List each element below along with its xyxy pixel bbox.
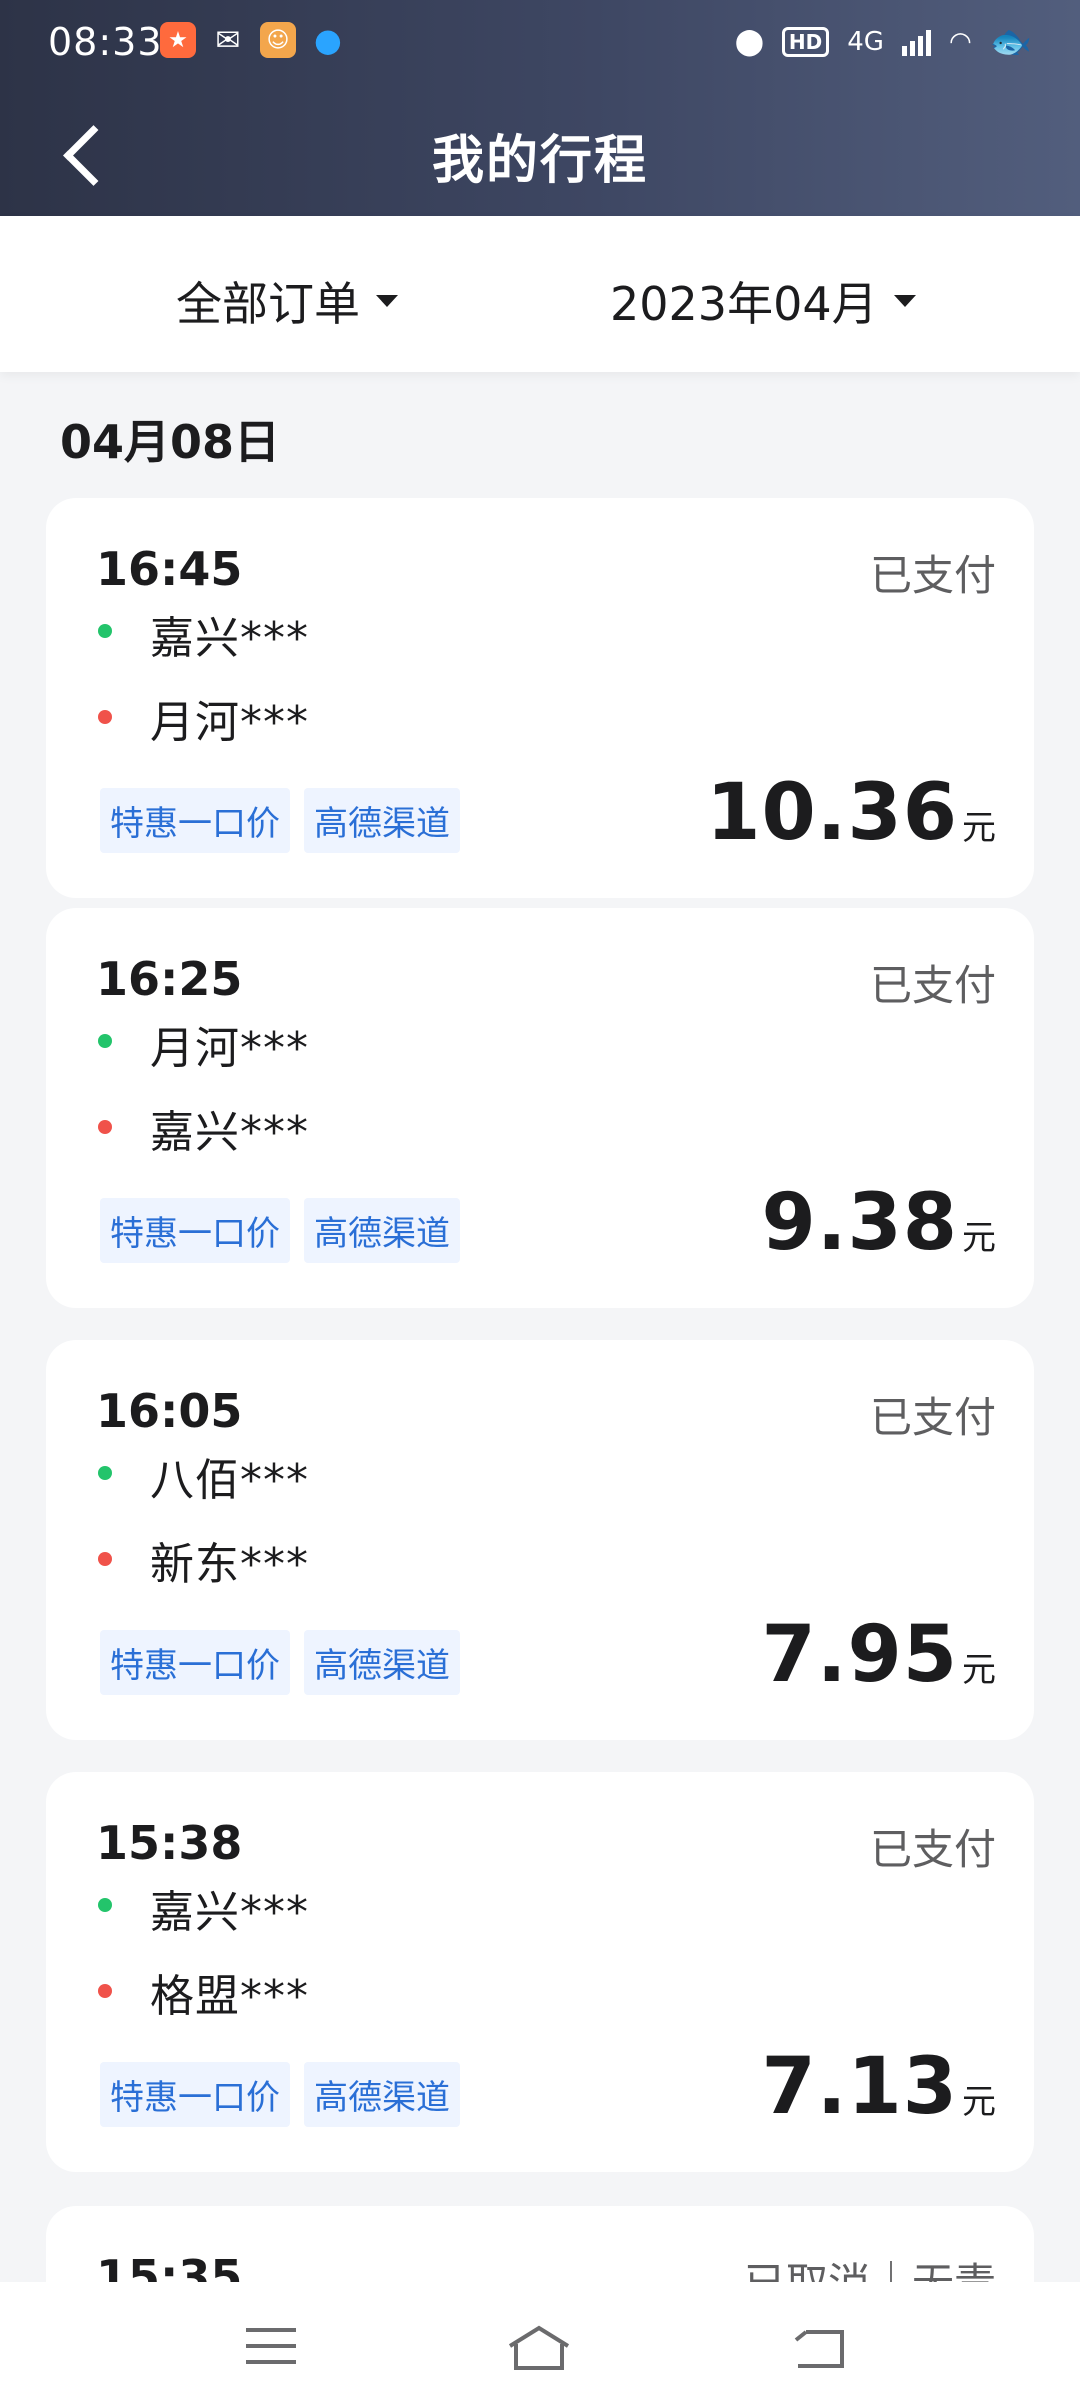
end-dot-icon [98, 1984, 112, 1998]
tag: 高德渠道 [304, 788, 460, 853]
price-amount: 9.38 [761, 1178, 958, 1268]
price-unit: 元 [962, 1218, 996, 1258]
trip-time: 16:45 [96, 542, 243, 596]
caret-down-icon [893, 295, 916, 307]
tag: 高德渠道 [304, 1198, 460, 1263]
trip-origin: 嘉兴*** [150, 1887, 309, 1938]
order-type-filter[interactable]: 全部订单 [176, 268, 398, 334]
status-bar: 08:33 ★ ✉ ☺ ● ⬤ HD 4G ◠ 🐟 [0, 0, 1080, 84]
date-group-header: 04月08日 [60, 415, 281, 469]
notification-icons: ★ ✉ ☺ ● [160, 21, 346, 59]
home-icon[interactable] [504, 2322, 570, 2374]
start-dot-icon [98, 1466, 112, 1480]
price-amount: 10.36 [706, 768, 958, 858]
start-dot-icon [98, 1034, 112, 1048]
trip-destination: 月河*** [150, 697, 309, 748]
trip-destination: 格盟*** [150, 1971, 309, 2022]
end-dot-icon [98, 1120, 112, 1134]
status-indicators: ⬤ HD 4G ◠ 🐟 [735, 22, 1032, 62]
app-notification-icon: ★ [160, 22, 196, 58]
tag: 特惠一口价 [100, 1198, 290, 1263]
trip-status: 已支付 [869, 961, 996, 1010]
trip-tags: 特惠一口价 高德渠道 [100, 1630, 460, 1695]
caret-down-icon [376, 295, 398, 307]
trip-card[interactable]: 16:05 已支付 八佰*** 新东*** 特惠一口价 高德渠道 7.95 元 [46, 1340, 1034, 1740]
start-dot-icon [98, 1898, 112, 1912]
tag: 高德渠道 [304, 2062, 460, 2127]
menu-icon[interactable] [242, 2322, 302, 2374]
trip-destination: 新东*** [150, 1539, 309, 1590]
wifi-icon: ◠ [948, 27, 972, 57]
month-label: 2023年04月 [610, 277, 878, 331]
start-dot-icon [98, 624, 112, 638]
trip-tags: 特惠一口价 高德渠道 [100, 2062, 460, 2127]
tag: 特惠一口价 [100, 2062, 290, 2127]
trip-price: 7.13 元 [762, 2042, 996, 2132]
trip-status: 已支付 [869, 551, 996, 600]
battery-icon: 🐟 [989, 22, 1032, 62]
end-dot-icon [98, 1552, 112, 1566]
filter-bar: 全部订单 2023年04月 [0, 216, 1080, 372]
status-time: 08:33 [48, 20, 163, 64]
trip-card[interactable]: 15:38 已支付 嘉兴*** 格盟*** 特惠一口价 高德渠道 7.13 元 [46, 1772, 1034, 2172]
trip-time: 15:38 [96, 1816, 243, 1870]
tag: 特惠一口价 [100, 1630, 290, 1695]
price-unit: 元 [962, 2082, 996, 2122]
trip-origin: 八佰*** [150, 1455, 309, 1506]
wechat-icon: ✉ [215, 22, 241, 58]
app-header: 08:33 ★ ✉ ☺ ● ⬤ HD 4G ◠ 🐟 我的行程 [0, 0, 1080, 216]
signal-icon [901, 28, 931, 56]
month-filter[interactable]: 2023年04月 [610, 268, 916, 334]
price-unit: 元 [962, 1650, 996, 1690]
trip-time: 16:25 [96, 952, 243, 1006]
return-icon[interactable] [792, 2322, 852, 2374]
trip-tags: 特惠一口价 高德渠道 [100, 788, 460, 853]
tag: 高德渠道 [304, 1630, 460, 1695]
page-title: 我的行程 [431, 131, 648, 191]
trip-status: 已支付 [869, 1825, 996, 1874]
trip-destination: 嘉兴*** [150, 1107, 309, 1158]
trip-origin: 嘉兴*** [150, 613, 309, 664]
trip-time: 16:05 [96, 1384, 243, 1438]
app-notification-icon: ☺ [260, 22, 296, 58]
trip-tags: 特惠一口价 高德渠道 [100, 1198, 460, 1263]
qq-icon: ● [314, 21, 342, 59]
price-amount: 7.13 [761, 2042, 958, 2132]
hd-badge: HD [781, 27, 830, 57]
trip-status: 已支付 [869, 1393, 996, 1442]
trip-price: 7.95 元 [762, 1610, 996, 1700]
price-amount: 7.95 [761, 1610, 958, 1700]
trip-price: 10.36 元 [706, 768, 996, 858]
price-unit: 元 [962, 808, 996, 848]
tag: 特惠一口价 [100, 788, 290, 853]
network-label: 4G [847, 27, 884, 57]
location-icon: ⬤ [734, 27, 764, 57]
trip-card[interactable]: 16:45 已支付 嘉兴*** 月河*** 特惠一口价 高德渠道 10.36 元 [46, 498, 1034, 898]
system-nav-bar [0, 2282, 1080, 2408]
end-dot-icon [98, 710, 112, 724]
return-icon-svg [794, 2330, 844, 2368]
trip-price: 9.38 元 [762, 1178, 996, 1268]
trip-origin: 月河*** [150, 1023, 309, 1074]
home-icon-svg [508, 2325, 570, 2370]
order-type-label: 全部订单 [176, 277, 360, 331]
trip-card[interactable]: 16:25 已支付 月河*** 嘉兴*** 特惠一口价 高德渠道 9.38 元 [46, 908, 1034, 1308]
